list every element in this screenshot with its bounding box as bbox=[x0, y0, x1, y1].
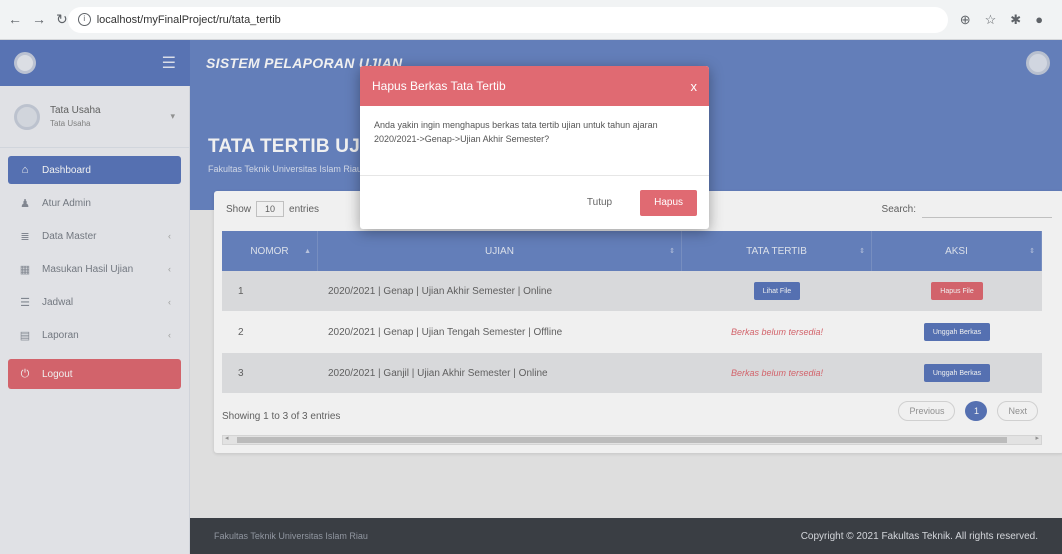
browser-actions: ⊕ ☆ ✱ ● ⋮ bbox=[960, 12, 1062, 28]
modal-title: Hapus Berkas Tata Tertib bbox=[372, 79, 506, 93]
delete-confirm-modal: Hapus Berkas Tata Tertib x Anda yakin in… bbox=[360, 66, 709, 229]
browser-nav: ← → ↻ bbox=[8, 11, 68, 28]
extensions-icon[interactable]: ✱ bbox=[1010, 12, 1021, 28]
close-icon[interactable]: x bbox=[691, 79, 698, 94]
back-icon[interactable]: ← bbox=[8, 11, 22, 28]
address-bar[interactable]: i localhost/myFinalProject/ru/tata_terti… bbox=[67, 6, 948, 33]
cancel-button[interactable]: Tutup bbox=[571, 190, 628, 216]
modal-body: Anda yakin ingin menghapus berkas tata t… bbox=[360, 106, 709, 176]
info-icon[interactable]: i bbox=[77, 13, 91, 26]
forward-icon[interactable]: → bbox=[32, 11, 46, 28]
profile-icon[interactable]: ● bbox=[1035, 12, 1043, 28]
reload-icon[interactable]: ↻ bbox=[56, 11, 68, 28]
star-icon[interactable]: ☆ bbox=[985, 12, 997, 28]
browser-toolbar: ← → ↻ i localhost/myFinalProject/ru/tata… bbox=[0, 0, 1062, 40]
modal-header: Hapus Berkas Tata Tertib x bbox=[360, 66, 709, 106]
menu-dots-icon[interactable]: ⋮ bbox=[1057, 12, 1062, 28]
modal-footer: Tutup Hapus bbox=[360, 176, 709, 229]
zoom-icon[interactable]: ⊕ bbox=[960, 12, 971, 28]
url-text: localhost/myFinalProject/ru/tata_tertib bbox=[96, 13, 281, 26]
delete-button[interactable]: Hapus bbox=[640, 189, 697, 216]
